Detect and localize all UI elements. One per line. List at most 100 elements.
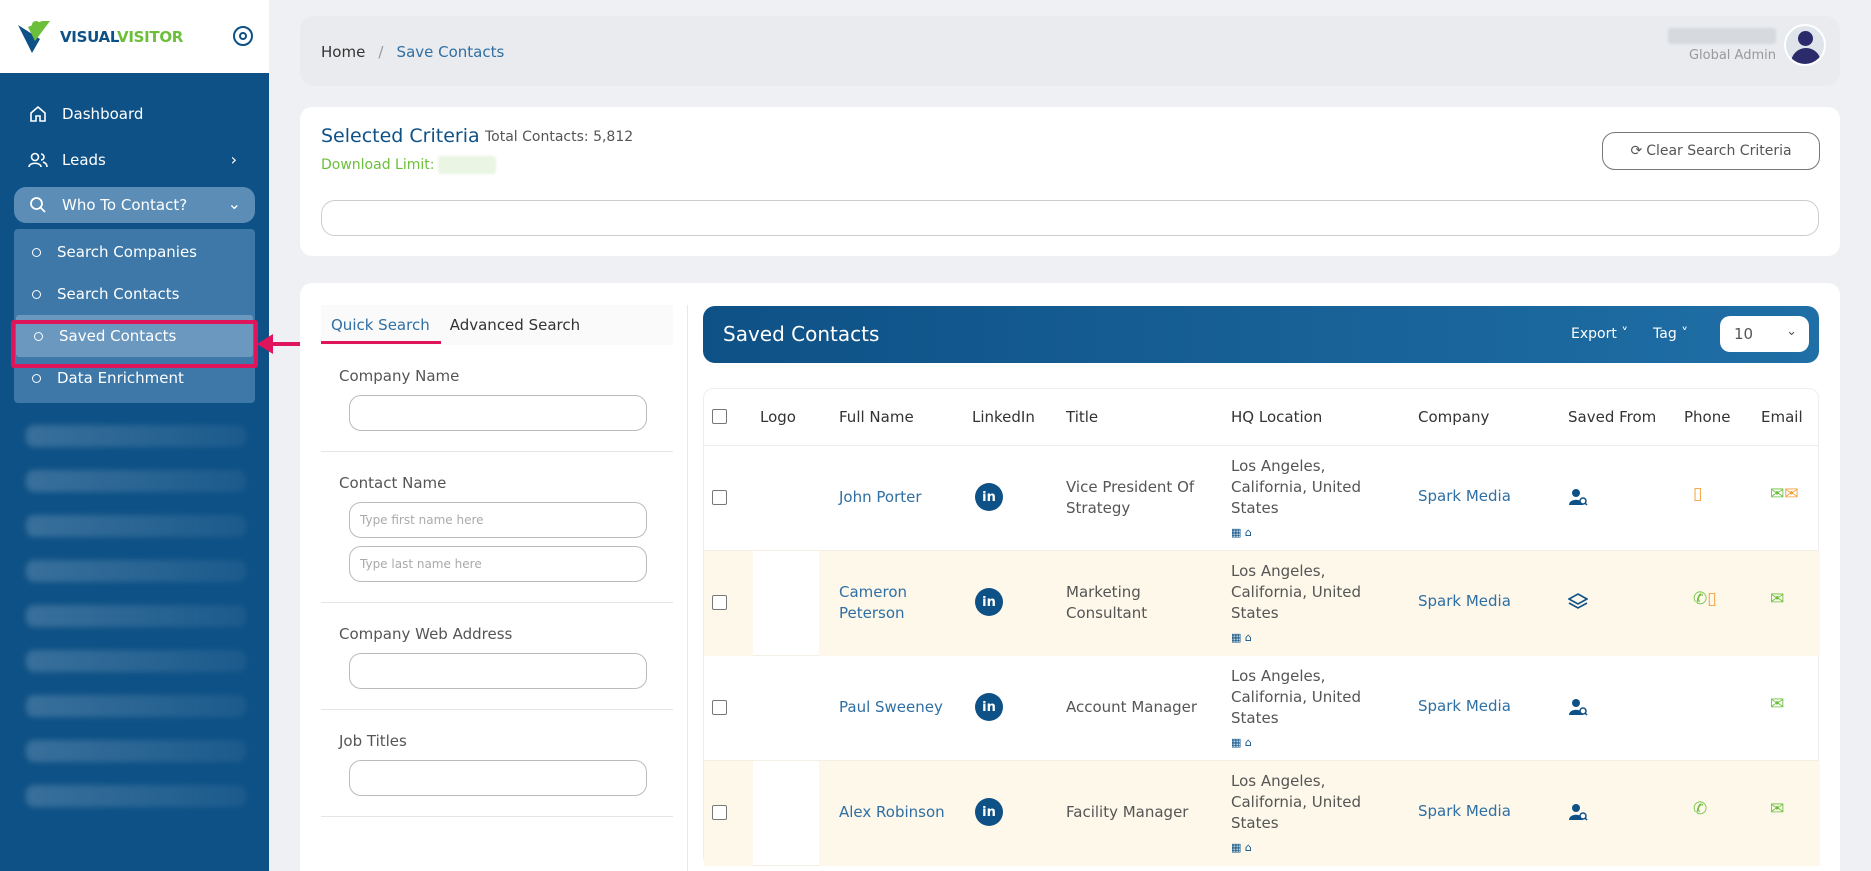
- selected-criteria-card: Selected Criteria Total Contacts: 5,812 …: [300, 107, 1840, 256]
- company-link[interactable]: Spark Media: [1418, 592, 1511, 610]
- company-link[interactable]: Spark Media: [1418, 487, 1511, 505]
- user-role: Global Admin: [1688, 47, 1776, 63]
- table-row: Paul Sweeney in Account Manager Los Ange…: [704, 656, 1818, 761]
- total-contacts: Total Contacts: 5,812: [485, 129, 634, 145]
- job-titles-group: Job Titles: [321, 732, 673, 796]
- company-name-input[interactable]: [349, 395, 647, 431]
- column-header-hq-location[interactable]: HQ Location: [1231, 408, 1322, 426]
- column-header-company[interactable]: Company: [1418, 408, 1489, 426]
- building-icon: ▦ ⌂: [1231, 736, 1252, 749]
- blurred-item: [26, 470, 246, 492]
- email-icon[interactable]: ✉✉: [1770, 484, 1799, 504]
- chevron-down-icon: ˅: [1616, 326, 1629, 342]
- company-name-label: Company Name: [339, 367, 460, 385]
- user-menu[interactable]: Global Admin: [1668, 24, 1826, 66]
- phone-icon[interactable]: ✆▯: [1693, 589, 1717, 609]
- sidebar-item-search-companies[interactable]: Search Companies: [14, 231, 255, 273]
- column-header-full-name[interactable]: Full Name: [839, 408, 914, 426]
- visualvisitor-logo[interactable]: [14, 17, 56, 57]
- email-icon[interactable]: ✉: [1770, 589, 1784, 609]
- contact-name-link[interactable]: Paul Sweeney: [839, 697, 949, 718]
- blurred-item: [26, 560, 246, 582]
- export-label: Export: [1571, 326, 1617, 342]
- row-checkbox[interactable]: [712, 805, 727, 820]
- contact-name-link[interactable]: Alex Robinson: [839, 802, 949, 823]
- column-header-title[interactable]: Title: [1066, 408, 1098, 426]
- linkedin-icon[interactable]: in: [975, 483, 1003, 511]
- blurred-item: [26, 785, 246, 807]
- select-all-checkbox[interactable]: [712, 409, 727, 424]
- sidebar-item-who-to-contact[interactable]: Who To Contact? ⌄: [14, 187, 255, 223]
- blurred-item: [26, 605, 246, 627]
- breadcrumb-current: Save Contacts: [396, 42, 505, 61]
- table-header: Logo Full Name LinkedIn Title HQ Locatio…: [704, 389, 1818, 446]
- collapse-sidebar-icon[interactable]: [233, 26, 253, 46]
- building-icon: ▦ ⌂: [1231, 841, 1252, 854]
- sidebar-item-label: Who To Contact?: [62, 196, 188, 214]
- clear-search-criteria-button[interactable]: ⟳ Clear Search Criteria: [1602, 132, 1820, 170]
- sidebar: VISUALVISITOR Dashboard Leads › Who To C…: [0, 0, 269, 871]
- tag-dropdown[interactable]: Tag ˅: [1653, 326, 1688, 342]
- bullet-icon: [32, 289, 41, 299]
- results-panel: Saved Contacts Export ˅ Tag ˅ 10 ⌄ Logo …: [703, 306, 1820, 866]
- avatar[interactable]: [1784, 24, 1826, 66]
- criteria-tags-field[interactable]: [321, 200, 1819, 236]
- company-link[interactable]: Spark Media: [1418, 697, 1511, 715]
- tab-quick-search[interactable]: Quick Search: [321, 316, 440, 334]
- chevron-down-icon: ˅: [1676, 326, 1689, 342]
- panel-divider: [687, 305, 688, 871]
- sidebar-item-dashboard[interactable]: Dashboard: [0, 91, 269, 137]
- first-name-input[interactable]: Type first name here: [349, 502, 647, 538]
- row-checkbox[interactable]: [712, 595, 727, 610]
- linkedin-icon[interactable]: in: [975, 693, 1003, 721]
- row-checkbox[interactable]: [712, 700, 727, 715]
- criteria-title: Selected Criteria: [321, 125, 480, 147]
- job-titles-input[interactable]: [349, 760, 647, 796]
- email-icon[interactable]: ✉: [1770, 799, 1784, 819]
- search-icon: [28, 195, 48, 215]
- subitem-label: Search Contacts: [57, 285, 180, 303]
- linkedin-icon[interactable]: in: [975, 798, 1003, 826]
- results-title: Saved Contacts: [723, 322, 880, 346]
- hq-location: Los Angeles, California, United States: [1231, 772, 1362, 832]
- home-icon: [28, 104, 48, 124]
- contact-name-link[interactable]: Cameron Peterson: [839, 582, 949, 624]
- sidebar-item-label: Dashboard: [62, 105, 144, 123]
- column-header-saved-from: Saved From: [1568, 408, 1657, 426]
- email-icon[interactable]: ✉: [1770, 694, 1784, 714]
- contacts-table: Logo Full Name LinkedIn Title HQ Locatio…: [703, 388, 1820, 866]
- page-size-select[interactable]: 10 ⌄: [1720, 316, 1809, 352]
- contact-name-link[interactable]: John Porter: [839, 487, 949, 508]
- sidebar-item-search-contacts[interactable]: Search Contacts: [14, 273, 255, 315]
- contact-name-group: Contact Name Type first name here Type l…: [321, 474, 673, 582]
- mobile-icon[interactable]: ▯: [1693, 484, 1702, 504]
- export-dropdown[interactable]: Export ˅: [1571, 326, 1628, 342]
- search-panel: Quick Search Advanced Search Company Nam…: [321, 305, 673, 871]
- hq-location: Los Angeles, California, United States: [1231, 667, 1362, 727]
- building-icon: ▦ ⌂: [1231, 526, 1252, 539]
- contact-search-icon: [1568, 697, 1590, 719]
- job-titles-label: Job Titles: [339, 732, 407, 750]
- chevron-down-icon: ⌄: [1786, 324, 1797, 339]
- phone-icon[interactable]: ✆: [1693, 799, 1707, 819]
- contact-name-label: Contact Name: [339, 474, 447, 492]
- breadcrumb-home[interactable]: Home: [321, 43, 365, 61]
- clear-search-criteria-label: Clear Search Criteria: [1646, 143, 1792, 159]
- top-bar: Home / Save Contacts Global Admin: [300, 16, 1840, 86]
- bullet-icon: [32, 247, 41, 257]
- subitem-label: Data Enrichment: [57, 369, 184, 387]
- sidebar-item-leads[interactable]: Leads ›: [0, 137, 269, 183]
- web-address-input[interactable]: [349, 653, 647, 689]
- blurred-item: [26, 425, 246, 447]
- logo-text: VISUALVISITOR: [60, 27, 184, 46]
- row-checkbox[interactable]: [712, 490, 727, 505]
- results-header: Saved Contacts Export ˅ Tag ˅ 10 ⌄: [703, 306, 1819, 363]
- last-name-input[interactable]: Type last name here: [349, 546, 647, 582]
- subitem-label: Search Companies: [57, 243, 197, 261]
- table-row: John Porter in Vice President Of Strateg…: [704, 446, 1818, 551]
- tab-advanced-search[interactable]: Advanced Search: [440, 316, 590, 334]
- linkedin-icon[interactable]: in: [975, 588, 1003, 616]
- company-link[interactable]: Spark Media: [1418, 802, 1511, 820]
- user-info: Global Admin: [1668, 27, 1776, 63]
- building-icon: ▦ ⌂: [1231, 631, 1252, 644]
